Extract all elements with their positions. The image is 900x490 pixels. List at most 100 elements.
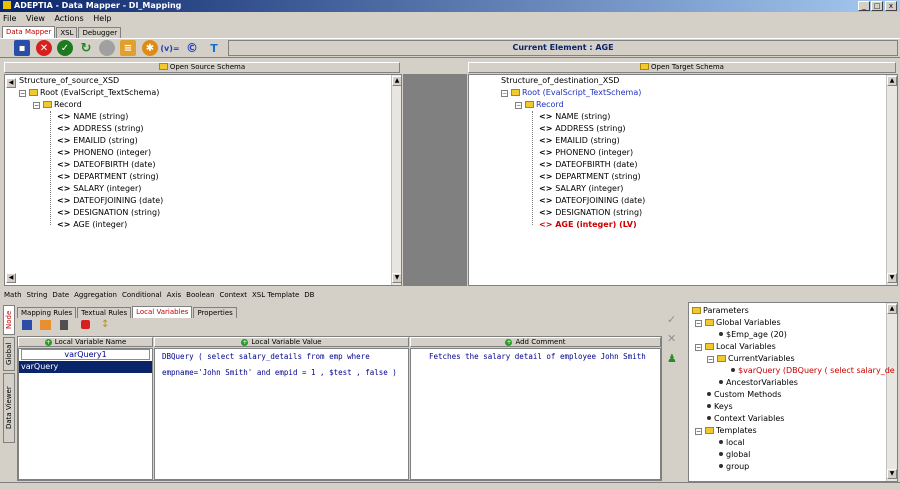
target-record-node[interactable]: − Record (515, 99, 564, 111)
param-context-variables[interactable]: Context Variables (707, 413, 784, 425)
target-root-node[interactable]: − Root (EvalScript_TextSchema) (501, 87, 641, 99)
tab-textual-rules[interactable]: Textual Rules (77, 307, 132, 318)
func-conditional[interactable]: Conditional (122, 291, 162, 299)
save-icon[interactable]: ▪ (14, 40, 30, 56)
param-template-global[interactable]: global (719, 449, 750, 461)
tab-node[interactable]: Node (3, 305, 15, 335)
apply-icon[interactable]: ✓ (667, 313, 676, 326)
list-icon[interactable]: ≡ (120, 40, 136, 56)
source-field[interactable]: <> SALARY (integer) (57, 183, 141, 195)
menu-actions[interactable]: Actions (54, 14, 83, 23)
target-field[interactable]: <> EMAILID (string) (539, 135, 620, 147)
param-ancestor-variables[interactable]: AncestorVariables (719, 377, 798, 389)
target-field[interactable]: <> PHONENO (integer) (539, 147, 633, 159)
col-local-variable-value[interactable]: + Local Variable Value (154, 337, 409, 347)
func-string[interactable]: String (27, 291, 48, 299)
tab-data-mapper[interactable]: Data Mapper (2, 26, 56, 38)
col-add-comment[interactable]: + Add Comment (410, 337, 661, 347)
param-parameters[interactable]: Parameters (692, 305, 749, 317)
scroll-down-icon[interactable]: ▼ (887, 273, 897, 283)
value-column[interactable]: DBQuery ( select salary_details from emp… (154, 348, 409, 480)
param-custom-methods[interactable]: Custom Methods (707, 389, 781, 401)
collapse-icon[interactable]: − (501, 90, 508, 97)
func-math[interactable]: Math (4, 291, 22, 299)
param-var-query[interactable]: $varQuery (DBQuery ( select salary_de (731, 365, 895, 377)
open-target-schema-button[interactable]: Open Target Schema (468, 62, 896, 73)
tab-xsl[interactable]: XSL (56, 27, 78, 38)
check-icon[interactable]: ✓ (57, 40, 73, 56)
param-templates[interactable]: − Templates (695, 425, 757, 437)
collapse-icon[interactable]: − (19, 90, 26, 97)
tab-properties[interactable]: Properties (193, 307, 237, 318)
remove-icon[interactable] (81, 320, 90, 329)
source-field[interactable]: <> DATEOFJOINING (date) (57, 195, 163, 207)
collapse-icon[interactable]: − (515, 102, 522, 109)
add-icon[interactable] (40, 320, 51, 330)
open-source-schema-button[interactable]: Open Source Schema (4, 62, 400, 73)
func-context[interactable]: Context (220, 291, 247, 299)
collapse-icon[interactable]: − (695, 320, 702, 327)
tab-debugger[interactable]: Debugger (78, 27, 122, 38)
param-global-variables[interactable]: − Global Variables (695, 317, 781, 329)
source-record-node[interactable]: − Record (33, 99, 82, 111)
source-scrollbar[interactable]: ▲ ▼ (391, 75, 401, 285)
func-db[interactable]: DB (304, 291, 314, 299)
text-icon[interactable]: T (206, 40, 222, 56)
tab-mapping-rules[interactable]: Mapping Rules (17, 307, 77, 318)
param-emp-age[interactable]: $Emp_age (20) (719, 329, 787, 341)
target-field[interactable]: <> DATEOFJOINING (date) (539, 195, 645, 207)
col-local-variable-name[interactable]: + Local Variable Name (18, 337, 153, 347)
func-axis[interactable]: Axis (167, 291, 182, 299)
source-field[interactable]: <> AGE (integer) (57, 219, 127, 231)
target-field[interactable]: <> ADDRESS (string) (539, 123, 626, 135)
comment-column[interactable]: Fetches the salary detail of employee Jo… (410, 348, 661, 480)
source-field[interactable]: <> DEPARTMENT (string) (57, 171, 159, 183)
cancel-icon[interactable]: ✕ (667, 332, 676, 345)
param-local-variables[interactable]: − Local Variables (695, 341, 776, 353)
param-current-variables[interactable]: − CurrentVariables (707, 353, 795, 365)
scroll-up-icon[interactable]: ▲ (887, 76, 897, 86)
tab-local-variables[interactable]: Local Variables (132, 306, 193, 318)
source-field[interactable]: <> ADDRESS (string) (57, 123, 144, 135)
splitter[interactable] (0, 286, 900, 289)
trash-icon[interactable] (60, 320, 68, 330)
target-field[interactable]: <> AGE (integer) (LV) (539, 219, 637, 231)
collapse-icon[interactable]: − (33, 102, 40, 109)
scroll-left-bottom-icon[interactable]: ◀ (6, 273, 16, 283)
collapse-icon[interactable]: − (707, 356, 714, 363)
scroll-down-icon[interactable]: ▼ (392, 273, 401, 283)
variable-icon[interactable]: (v)= (160, 40, 179, 56)
minimize-button[interactable]: _ (858, 1, 870, 11)
source-field[interactable]: <> NAME (string) (57, 111, 128, 123)
params-scrollbar[interactable]: ▲ ▼ (886, 303, 897, 481)
close-window-button[interactable]: x (885, 1, 897, 11)
source-field[interactable]: <> DESIGNATION (string) (57, 207, 160, 219)
scroll-up-icon[interactable]: ▲ (887, 304, 897, 314)
constant-icon[interactable]: © (184, 40, 200, 56)
func-boolean[interactable]: Boolean (186, 291, 214, 299)
delete-icon[interactable]: ✕ (36, 40, 52, 56)
source-root-node[interactable]: − Root (EvalScript_TextSchema) (19, 87, 159, 99)
scroll-up-icon[interactable]: ▲ (392, 76, 401, 86)
source-field[interactable]: <> EMAILID (string) (57, 135, 138, 147)
param-keys[interactable]: Keys (707, 401, 733, 413)
save-icon[interactable] (22, 320, 32, 330)
func-date[interactable]: Date (52, 291, 69, 299)
scroll-left-icon[interactable]: ◀ (6, 78, 16, 88)
target-field[interactable]: <> NAME (string) (539, 111, 610, 123)
move-icon[interactable]: ↕ (101, 319, 109, 330)
menu-file[interactable]: File (3, 14, 16, 23)
settings-icon[interactable]: ✱ (142, 40, 158, 56)
target-field[interactable]: <> SALARY (integer) (539, 183, 623, 195)
menu-view[interactable]: View (26, 14, 45, 23)
refresh-icon[interactable]: ↻ (78, 40, 94, 56)
tab-global[interactable]: Global (3, 337, 15, 371)
target-field[interactable]: <> DESIGNATION (string) (539, 207, 642, 219)
name-input[interactable]: varQuery1 (21, 349, 150, 360)
source-field[interactable]: <> DATEOFBIRTH (date) (57, 159, 155, 171)
user-icon[interactable]: ♟ (667, 352, 677, 365)
tab-data-viewer[interactable]: Data Viewer (3, 373, 15, 443)
selected-variable-row[interactable]: varQuery (19, 361, 152, 373)
stop-icon[interactable] (99, 40, 115, 56)
mapping-area[interactable] (403, 74, 467, 286)
